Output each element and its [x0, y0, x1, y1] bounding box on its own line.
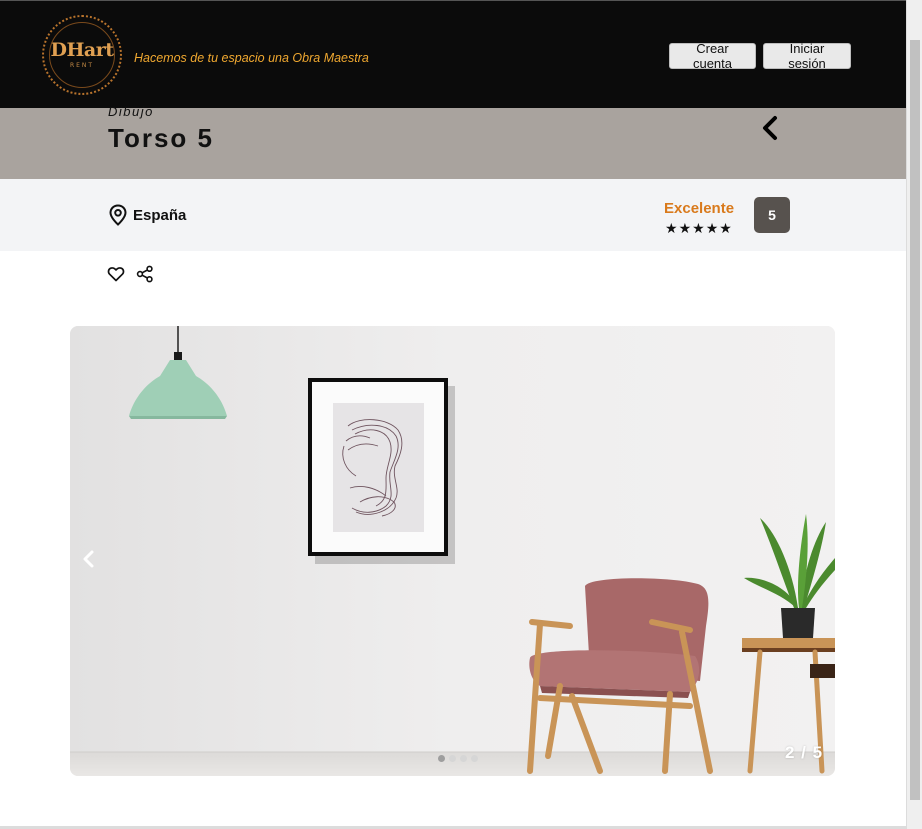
score-badge: 5	[754, 197, 790, 233]
share-icon[interactable]	[136, 265, 154, 283]
carousel-dot[interactable]	[471, 755, 478, 762]
star-icon: ★	[692, 220, 705, 236]
star-icon: ★	[705, 220, 719, 236]
site-header: DHart RENT Hacemos de tu espacio una Obr…	[0, 0, 906, 108]
back-chevron-icon[interactable]	[758, 114, 782, 142]
create-account-button[interactable]: Crear cuenta	[669, 41, 756, 71]
star-icon: ★	[719, 220, 732, 236]
artwork-title: Torso 5	[108, 123, 214, 153]
vertical-scrollbar[interactable]	[906, 0, 922, 829]
rating-stars: ★ ★ ★ ★ ★	[665, 221, 732, 235]
artwork-carousel[interactable]	[70, 326, 835, 776]
star-icon: ★	[665, 220, 678, 236]
scrollbar-thumb[interactable]	[910, 40, 920, 800]
location-text: España	[133, 207, 187, 224]
prev-arrow-icon[interactable]	[80, 548, 98, 570]
tagline: Hacemos de tu espacio una Obra Maestra	[134, 51, 369, 65]
page: DHart RENT Hacemos de tu espacio una Obr…	[0, 0, 922, 829]
heart-icon[interactable]	[107, 265, 125, 283]
location-pin-icon	[109, 204, 127, 226]
login-button[interactable]: Iniciar sesión	[763, 41, 851, 71]
carousel-dot[interactable]	[438, 755, 445, 762]
artwork-room-photo	[70, 326, 835, 776]
brand-logo[interactable]: DHart RENT	[42, 15, 122, 95]
carousel-dots	[438, 755, 478, 762]
star-icon: ★	[678, 220, 692, 236]
artwork-category: Dibujo	[108, 104, 154, 119]
logo-ring	[49, 22, 115, 88]
rating-label: Excelente	[664, 200, 735, 217]
carousel-dot[interactable]	[449, 755, 456, 762]
carousel-dot[interactable]	[460, 755, 467, 762]
slide-counter: 2 / 5	[785, 743, 824, 762]
